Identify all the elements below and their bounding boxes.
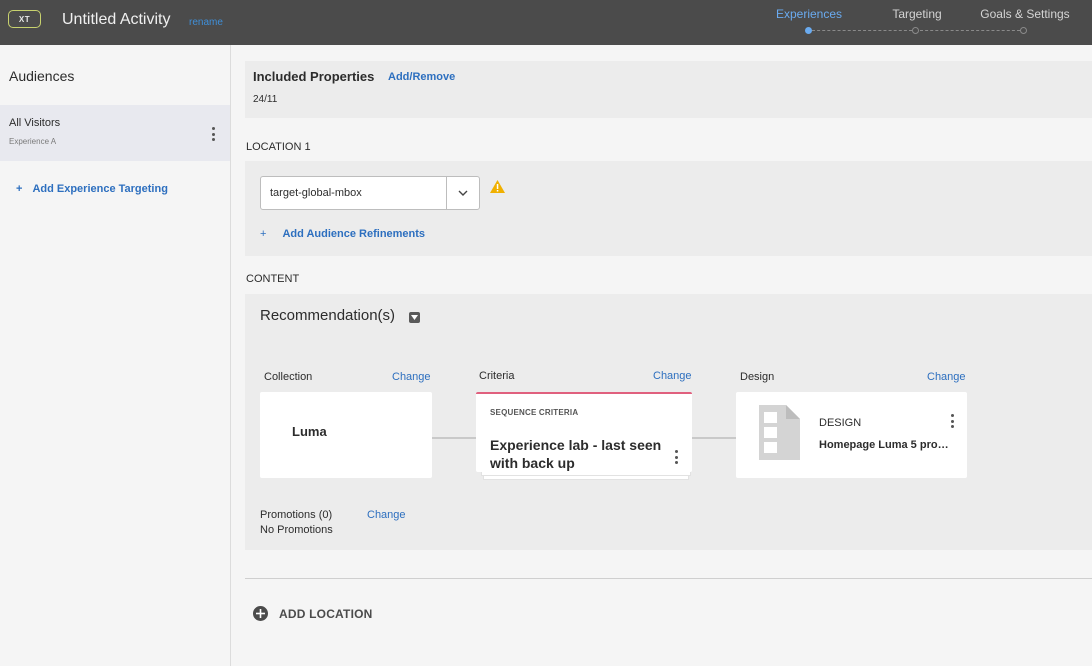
step-indicator bbox=[912, 27, 919, 34]
flow-connector bbox=[692, 437, 736, 439]
flow-connector bbox=[432, 437, 476, 439]
collection-card[interactable]: Luma bbox=[260, 392, 432, 478]
step-indicator bbox=[1020, 27, 1027, 34]
audience-experience: Experience A bbox=[9, 137, 57, 146]
design-name: Homepage Luma 5 products bbox=[819, 439, 951, 451]
content-label: CONTENT bbox=[246, 273, 300, 285]
rename-link[interactable]: rename bbox=[189, 17, 223, 28]
location-label: LOCATION 1 bbox=[246, 141, 311, 153]
design-label: Design bbox=[740, 371, 775, 383]
audiences-sidebar: Audiences All Visitors Experience A + Add… bbox=[0, 45, 231, 666]
step-progress-line bbox=[812, 30, 912, 31]
step-targeting[interactable]: Targeting bbox=[880, 7, 954, 21]
promotions-empty-text: No Promotions bbox=[260, 524, 333, 536]
included-properties-count: 24/11 bbox=[253, 94, 278, 105]
criteria-card[interactable]: SEQUENCE CRITERIA Experience lab - last … bbox=[476, 392, 692, 472]
design-type-tag: DESIGN bbox=[819, 417, 862, 429]
criteria-label: Criteria bbox=[479, 370, 515, 382]
included-properties-title: Included Properties bbox=[253, 69, 375, 84]
plus-icon: + bbox=[260, 228, 267, 240]
caret-down-icon[interactable] bbox=[409, 312, 420, 323]
included-properties-panel: Included Properties Add/Remove 24/11 bbox=[245, 61, 1092, 118]
design-card[interactable]: DESIGN Homepage Luma 5 products bbox=[736, 392, 967, 478]
criteria-card-stack bbox=[483, 476, 689, 480]
collection-label: Collection bbox=[264, 371, 313, 383]
activity-title: Untitled Activity bbox=[62, 11, 171, 28]
step-indicator-active bbox=[805, 27, 812, 34]
criteria-card-stack bbox=[481, 472, 691, 476]
change-criteria-link[interactable]: Change bbox=[653, 370, 692, 382]
collection-name: Luma bbox=[292, 424, 327, 439]
more-vertical-icon[interactable] bbox=[674, 450, 678, 464]
add-remove-properties-link[interactable]: Add/Remove bbox=[388, 71, 455, 83]
more-vertical-icon[interactable] bbox=[211, 127, 215, 141]
top-bar: XT Untitled Activity rename Experiences … bbox=[0, 0, 1092, 45]
step-experiences[interactable]: Experiences bbox=[770, 7, 848, 21]
criteria-type-tag: SEQUENCE CRITERIA bbox=[490, 408, 579, 417]
mbox-select-value: target-global-mbox bbox=[270, 187, 362, 199]
criteria-name: Experience lab - last seen with back up bbox=[490, 437, 662, 471]
promotions-title: Promotions (0) bbox=[260, 509, 333, 521]
mbox-select-toggle[interactable] bbox=[446, 177, 479, 209]
add-audience-refinements-label: Add Audience Refinements bbox=[282, 228, 426, 240]
add-location-label: ADD LOCATION bbox=[279, 606, 373, 621]
chevron-down-icon bbox=[458, 190, 468, 196]
activity-type-badge: XT bbox=[8, 10, 41, 28]
change-collection-link[interactable]: Change bbox=[392, 371, 431, 383]
more-vertical-icon[interactable] bbox=[950, 414, 954, 428]
audiences-title: Audiences bbox=[9, 68, 75, 84]
add-circle-icon bbox=[253, 606, 268, 621]
section-divider bbox=[245, 578, 1092, 579]
add-audience-refinements-button[interactable]: + Add Audience Refinements bbox=[260, 228, 425, 240]
change-promotions-link[interactable]: Change bbox=[367, 509, 406, 521]
add-experience-targeting-label: Add Experience Targeting bbox=[32, 183, 168, 195]
add-experience-targeting-button[interactable]: + Add Experience Targeting bbox=[16, 183, 168, 195]
add-location-button[interactable]: ADD LOCATION bbox=[253, 606, 373, 621]
step-goals-settings[interactable]: Goals & Settings bbox=[975, 7, 1075, 21]
change-design-link[interactable]: Change bbox=[927, 371, 966, 383]
audience-name: All Visitors bbox=[9, 117, 61, 129]
document-template-icon bbox=[759, 405, 800, 460]
warning-icon[interactable] bbox=[489, 179, 506, 199]
mbox-select[interactable]: target-global-mbox bbox=[260, 176, 480, 210]
location-panel: target-global-mbox + Add Audience Refinem… bbox=[245, 161, 1092, 256]
plus-icon: + bbox=[16, 183, 23, 195]
audience-item-all-visitors[interactable]: All Visitors Experience A bbox=[0, 105, 230, 161]
step-progress-line bbox=[920, 30, 1020, 31]
recommendation-title: Recommendation(s) bbox=[260, 307, 396, 324]
